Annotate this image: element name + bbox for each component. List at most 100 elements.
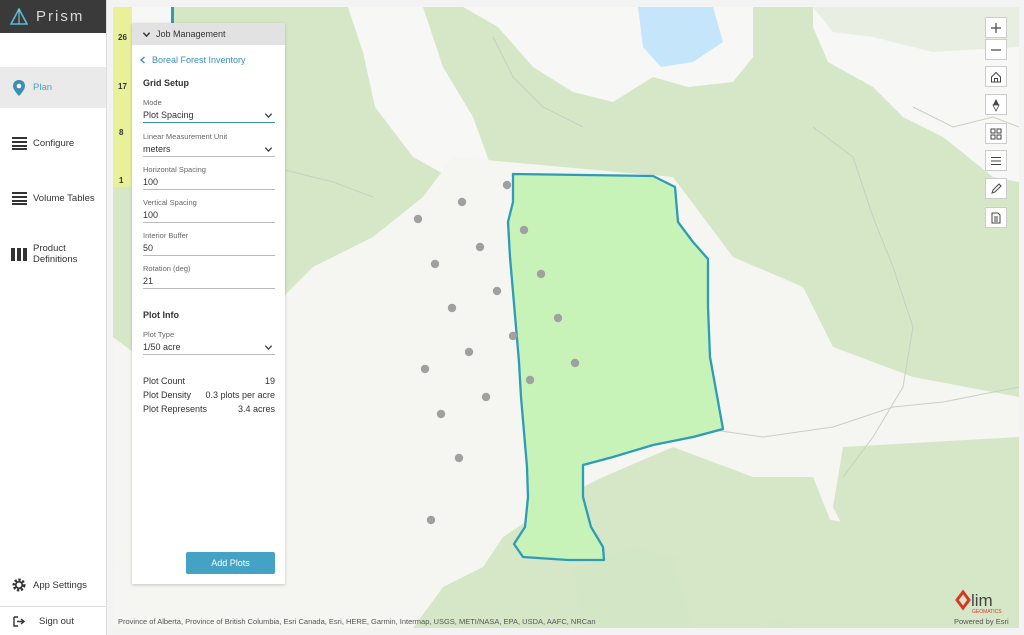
plot-point[interactable] [457, 197, 467, 207]
unit-select[interactable]: meters [143, 144, 275, 157]
map-attribution: Province of Alberta, Province of British… [118, 617, 596, 626]
plot-point[interactable] [519, 225, 529, 235]
compass-button[interactable] [985, 94, 1007, 115]
unit-label: Linear Measurement Unit [143, 132, 228, 141]
plot-point[interactable] [570, 358, 580, 368]
layers-list-icon [991, 156, 1001, 165]
strip-number: 8 [119, 128, 124, 137]
prism-logo-icon [10, 7, 28, 25]
rotation-input[interactable]: 21 [143, 276, 275, 289]
divider [0, 606, 106, 607]
plot-represents-value: 3.4 acres [237, 404, 275, 414]
gear-icon [11, 577, 27, 593]
nav-plan-label: Plan [33, 82, 53, 93]
plot-point[interactable] [464, 347, 474, 357]
zoom-out-button[interactable] [985, 39, 1007, 60]
map-pin-icon [11, 79, 27, 96]
plot-point[interactable] [454, 453, 464, 463]
plus-icon [991, 22, 1001, 33]
chevron-down-icon [264, 147, 273, 153]
unit-value: meters [143, 144, 171, 154]
plot-point[interactable] [525, 375, 535, 385]
vertical-spacing-label: Vertical Spacing [143, 198, 197, 207]
mode-field[interactable]: Mode Plot Spacing [143, 98, 275, 123]
unit-field[interactable]: Linear Measurement Unit meters [143, 132, 275, 157]
document-icon [991, 212, 1001, 223]
chevron-down-icon [142, 31, 151, 37]
add-plots-button[interactable]: Add Plots [186, 552, 275, 574]
plot-point[interactable] [536, 269, 546, 279]
strip-number: 17 [118, 82, 127, 91]
mode-label: Mode [143, 98, 162, 107]
basemap-gallery-button[interactable] [985, 123, 1007, 144]
plot-type-label: Plot Type [143, 330, 175, 339]
plot-point[interactable] [475, 242, 485, 252]
plot-type-field[interactable]: Plot Type 1/50 acre [143, 330, 275, 355]
plot-represents-row: Plot Represents 3.4 acres [143, 404, 275, 414]
nav-configure-label: Configure [33, 137, 75, 149]
home-icon [991, 71, 1001, 82]
plot-point[interactable] [426, 515, 436, 525]
brand: Prism [0, 0, 106, 33]
plot-count-label: Plot Count [143, 376, 186, 386]
plot-type-select[interactable]: 1/50 acre [143, 342, 275, 355]
back-link-label: Boreal Forest Inventory [152, 55, 246, 65]
logo-subtext: GEOMATICS [972, 609, 1002, 615]
logo-text: lim [971, 591, 993, 610]
plot-point[interactable] [508, 331, 518, 341]
grid-setup-title: Grid Setup [143, 78, 190, 88]
vertical-spacing-field[interactable]: Vertical Spacing 100 [143, 198, 275, 223]
job-panel: Job Management Boreal Forest Inventory G… [132, 23, 285, 584]
zoom-in-button[interactable] [985, 17, 1007, 38]
plot-density-label: Plot Density [143, 390, 192, 400]
strip-number: 26 [118, 33, 127, 42]
mode-value: Plot Spacing [143, 110, 194, 120]
mode-select[interactable]: Plot Spacing [143, 110, 275, 123]
compass-icon [992, 98, 1000, 112]
table-icon [11, 190, 27, 206]
nav-plan[interactable]: Plan [0, 67, 106, 108]
plot-count-row: Plot Count 19 [143, 376, 275, 386]
horizontal-spacing-field[interactable]: Horizontal Spacing 100 [143, 165, 275, 190]
interior-buffer-field[interactable]: Interior Buffer 50 [143, 231, 275, 256]
plot-point[interactable] [502, 180, 512, 190]
plot-point[interactable] [492, 286, 502, 296]
plot-point[interactable] [447, 303, 457, 313]
horizontal-spacing-input[interactable]: 100 [143, 177, 275, 190]
nav-product-definitions[interactable]: Product Definitions [0, 240, 106, 268]
plot-point[interactable] [420, 364, 430, 374]
sidebar: Prism Plan Configure Volume Tables Produ… [0, 0, 107, 635]
sign-out-label: Sign out [39, 615, 74, 627]
plot-point[interactable] [436, 409, 446, 419]
sign-out-button[interactable]: Sign out [0, 612, 106, 630]
panel-title: Job Management [156, 29, 226, 39]
plot-point[interactable] [481, 392, 491, 402]
panel-header[interactable]: Job Management [132, 23, 285, 45]
plot-represents-label: Plot Represents [143, 404, 208, 414]
edit-button[interactable] [985, 178, 1007, 199]
rotation-field[interactable]: Rotation (deg) 21 [143, 264, 275, 289]
nav-product-definitions-label: Product Definitions [33, 243, 78, 265]
chevron-down-icon [264, 113, 273, 119]
plot-point[interactable] [413, 214, 423, 224]
powered-by-esri: Powered by Esri [954, 617, 1009, 626]
nav-app-settings-label: App Settings [33, 579, 87, 591]
layer-list-button[interactable] [985, 150, 1007, 171]
plot-point[interactable] [430, 259, 440, 269]
plot-point[interactable] [553, 313, 563, 323]
back-link[interactable]: Boreal Forest Inventory [139, 55, 246, 65]
nav-volume-tables[interactable]: Volume Tables [0, 187, 106, 209]
legend-button[interactable] [985, 207, 1007, 228]
plot-count-value: 19 [264, 376, 275, 386]
nav-volume-tables-label: Volume Tables [33, 192, 95, 204]
nav-configure[interactable]: Configure [0, 132, 106, 154]
interior-buffer-input[interactable]: 50 [143, 243, 275, 256]
pencil-icon [991, 182, 1002, 194]
nav-app-settings[interactable]: App Settings [0, 575, 106, 595]
list-icon [11, 135, 27, 151]
app-name: Prism [36, 8, 85, 25]
home-button[interactable] [985, 66, 1007, 87]
chevron-down-icon [264, 345, 273, 351]
vertical-spacing-input[interactable]: 100 [143, 210, 275, 223]
chevron-left-icon [139, 56, 145, 64]
